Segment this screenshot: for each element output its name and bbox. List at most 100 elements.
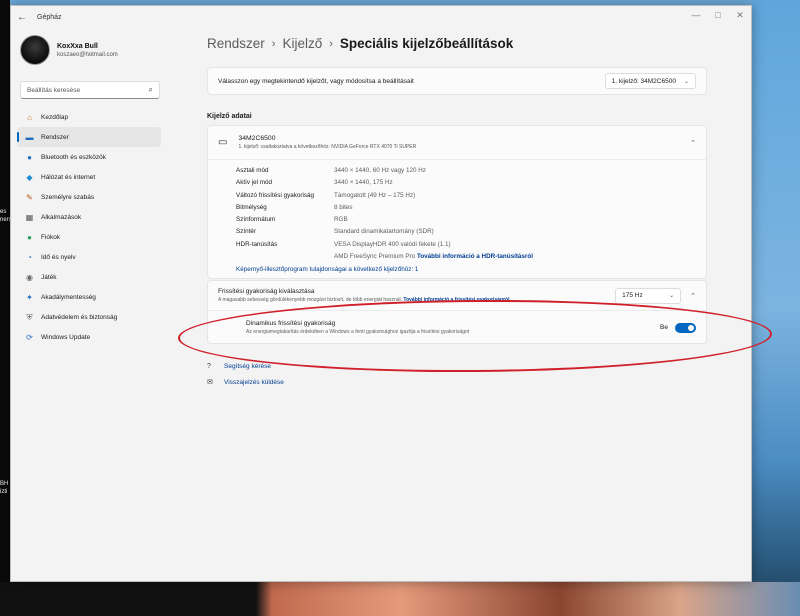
close-button[interactable]: ✕ [729, 6, 751, 24]
sidebar-item-label: Akadálymentesség [41, 293, 96, 301]
feedback-icon: ✉ [207, 379, 213, 386]
sidebar-item-5[interactable]: ✎ Személyre szabás [17, 187, 161, 207]
property-row: HDR-tanúsítás VESA DisplayHDR 400 valódi … [236, 239, 706, 251]
property-key: Bitmélység [236, 203, 267, 211]
breadcrumb-system[interactable]: Rendszer [207, 36, 265, 51]
chevron-up-icon[interactable]: ⌃ [690, 292, 696, 300]
desktop-icon-labels: BH izti [0, 480, 10, 496]
feedback-link[interactable]: ✉ Visszajelzés küldése [207, 374, 284, 390]
property-row: Színformátum RGB [236, 214, 706, 226]
sidebar-item-10[interactable]: ✦ Akadálymentesség [17, 287, 161, 307]
breadcrumb: Rendszer › Kijelző › Speciális kijelzőbe… [207, 36, 513, 51]
sidebar-item-label: Rendszer [41, 133, 69, 141]
property-key: Változó frissítési gyakoriság [236, 191, 315, 199]
property-row: Bitmélység 8 bites [236, 202, 706, 214]
display-select-card: Válasszon egy megtekintendő kijelzőt, va… [207, 67, 707, 95]
hdr-freesync: AMD FreeSync Premium Pro [334, 253, 416, 261]
wallpaper-left-strip [0, 0, 10, 616]
sidebar-item-8[interactable]: ◔ Idő és nyelv [17, 247, 161, 267]
sidebar-item-4[interactable]: ◆ Hálózat és internet [17, 167, 161, 187]
property-row: Aktív jel mód 3440 × 1440, 175 Hz [236, 177, 706, 189]
desktop-label: izti [0, 489, 8, 495]
brush-icon: ✎ [26, 192, 33, 202]
sidebar-item-7[interactable]: ● Fiókok [17, 227, 161, 247]
system-icon: ▬ [25, 132, 34, 142]
home-icon: ⌂ [27, 112, 32, 122]
profile-name: KoxXxa Bull [57, 42, 98, 50]
get-help-label: Segítség kérése [224, 362, 271, 370]
refresh-rate-value: 175 Hz [622, 292, 643, 299]
sidebar-item-label: Személyre szabás [41, 193, 95, 201]
sidebar-item-11[interactable]: ⛨ Adatvédelem és biztonság [17, 307, 161, 327]
sidebar-item-label: Adatvédelem és biztonság [41, 313, 118, 321]
refresh-rate-dropdown[interactable]: 175 Hz ⌄ [615, 287, 682, 304]
sidebar-item-1[interactable]: ⌂ Kezdőlap [17, 107, 161, 127]
property-row: Asztali mód 3440 × 1440, 60 Hz vagy 120 H… [236, 165, 706, 177]
minimize-button[interactable]: — [685, 6, 707, 24]
sidebar-nav: ⌂ Kezdőlap ▬ Rendszer ● Bluetooth és eszközök… [17, 107, 161, 347]
breadcrumb-display[interactable]: Kijelző [282, 36, 322, 51]
shield-icon: ⛨ [26, 312, 33, 322]
sidebar-item-3[interactable]: ● Bluetooth és eszközök [17, 147, 161, 167]
desktop-label: BH [0, 481, 9, 487]
feedback-label: Visszajelzés küldése [224, 378, 284, 386]
sidebar-item-label: Bluetooth és eszközök [41, 153, 107, 161]
get-help-link[interactable]: ? Segítség kérése [207, 358, 284, 374]
sidebar-item-6[interactable]: ▦ Alkalmazások [17, 207, 161, 227]
sidebar-item-label: Windows Update [41, 333, 91, 341]
maximize-button[interactable]: □ [707, 6, 729, 24]
chevron-down-icon: ⌄ [683, 78, 689, 85]
hdr-info-link[interactable]: További információ a HDR-tanúsításról [417, 253, 533, 260]
time-language-icon: ◔ [27, 252, 32, 262]
avatar[interactable] [20, 35, 50, 65]
property-value: 3440 × 1440, 60 Hz vagy 120 Hz [334, 167, 426, 174]
window-title: Gépház [37, 13, 62, 21]
adapter-properties-link[interactable]: Képernyő-illesztőprogram tulajdonságai a… [236, 266, 706, 273]
wallpaper-bottom-strip [0, 582, 800, 616]
property-value: 3440 × 1440, 175 Hz [334, 179, 393, 187]
property-key: Asztali mód [236, 167, 269, 174]
profile-email: koszaeo@hotmail.com [57, 51, 118, 58]
apps-icon: ▦ [25, 212, 34, 222]
update-icon: ⟳ [26, 332, 33, 342]
bluetooth-icon: ● [27, 152, 32, 162]
display-properties: Asztali mód 3440 × 1440, 60 Hz vagy 120 H… [208, 160, 706, 273]
monitor-icon: ▭ [218, 137, 228, 148]
sidebar-item-12[interactable]: ⟳ Windows Update [17, 327, 161, 347]
display-info-card: ▭ 34M2C6500 1. kijelző: csatlakoztatva a… [207, 125, 707, 279]
back-arrow-icon[interactable]: ← [11, 6, 33, 28]
display-name: 34M2C6500 [238, 135, 276, 142]
wallpaper-right-strip [752, 0, 800, 616]
property-key: Színformátum [236, 216, 276, 224]
desktop-label: ners [0, 217, 12, 223]
display-select-label: Válasszon egy megtekintendő kijelzőt, va… [218, 77, 414, 85]
display-info-header[interactable]: ▭ 34M2C6500 1. kijelző: csatlakoztatva a… [208, 126, 706, 160]
search-input[interactable]: Beállítás keresése ⌕ [20, 81, 160, 99]
sidebar-item-9[interactable]: ◉ Játék [17, 267, 161, 287]
sidebar-item-label: Kezdőlap [41, 113, 69, 121]
sidebar-item-label: Hálózat és internet [41, 173, 96, 181]
desktop-label: es [0, 209, 7, 215]
user-profile[interactable]: KoxXxa Bull koszaeo@hotmail.com [20, 35, 118, 65]
property-key: Színtér [236, 228, 256, 236]
property-row: Színtér Standard dinamikatartomány (SDR) [236, 226, 706, 238]
property-row: AMD FreeSync Premium Pro További informá… [236, 251, 706, 263]
desktop-icon-labels: es ners [0, 208, 12, 224]
refresh-rate-title: Frissítési gyakoriság kiválasztása [218, 288, 315, 295]
display-dropdown-value: 1. kijelző: 34M2C6500 [611, 77, 676, 85]
section-title: Kijelző adatai [207, 113, 252, 120]
network-icon: ◆ [26, 172, 33, 182]
chevron-up-icon[interactable]: ⌃ [690, 139, 696, 147]
search-icon[interactable]: ⌕ [149, 85, 153, 95]
sidebar-item-2[interactable]: ▬ Rendszer [17, 127, 161, 147]
display-dropdown[interactable]: 1. kijelző: 34M2C6500 ⌄ [604, 73, 696, 89]
sidebar-item-label: Fiókok [41, 233, 61, 241]
titlebar: ← Gépház — □ ✕ [11, 6, 751, 28]
breadcrumb-separator-icon: › [271, 37, 276, 50]
property-key: HDR-tanúsítás [236, 240, 278, 248]
property-row: Változó frissítési gyakoriság Támogatott … [236, 190, 706, 202]
window-controls: — □ ✕ [685, 6, 751, 24]
gaming-icon: ◉ [26, 272, 33, 282]
page-title: Speciális kijelzőbeállítások [339, 36, 514, 51]
chevron-down-icon: ⌄ [669, 293, 675, 299]
